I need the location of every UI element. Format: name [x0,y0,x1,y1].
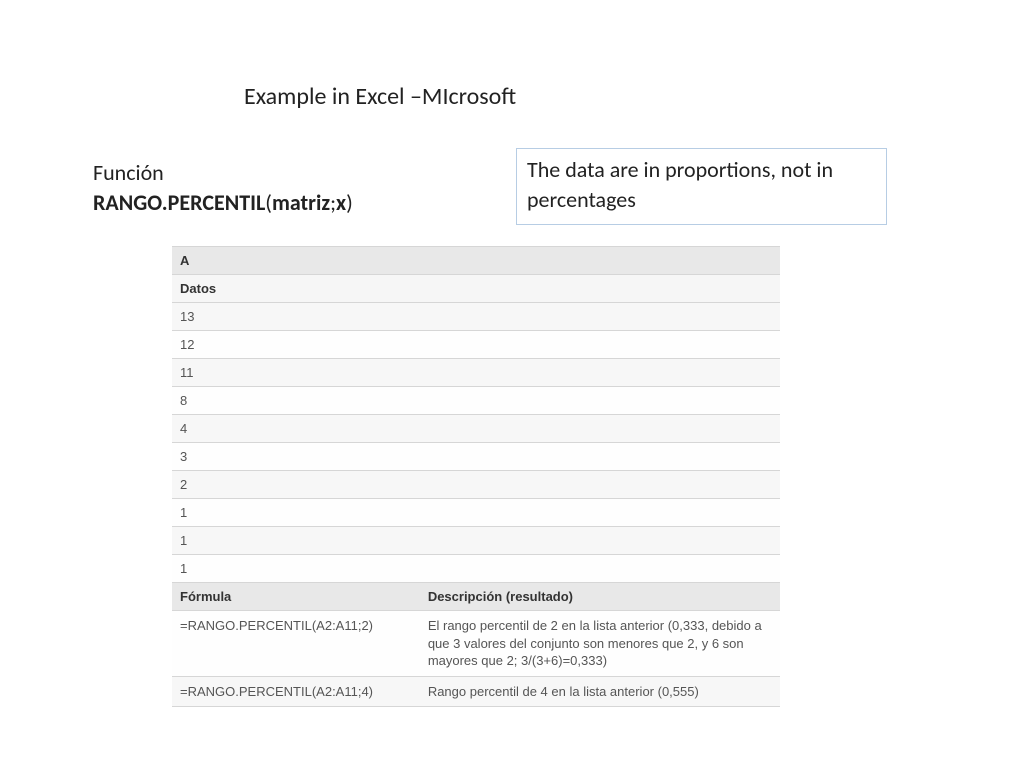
function-arg1: matriz [272,189,330,216]
data-table: A Datos 13 12 11 8 4 3 2 1 1 1 FórmulaDe… [172,246,780,707]
formula-cell: =RANGO.PERCENTIL(A2:A11;4) [172,676,420,707]
function-arg2: x [336,189,346,216]
description-header: Descripción (resultado) [420,583,780,611]
data-cell: 1 [172,499,420,527]
data-cell: 1 [172,555,420,583]
function-signature: Función RANGO.PERCENTIL(matriz;x) [93,158,353,217]
data-cell: 13 [172,303,420,331]
description-cell: Rango percentil de 4 en la lista anterio… [420,676,780,707]
description-cell: El rango percentil de 2 en la lista ante… [420,611,780,677]
data-cell: 1 [172,527,420,555]
data-cell: 3 [172,443,420,471]
formula-cell: =RANGO.PERCENTIL(A2:A11;2) [172,611,420,677]
function-name: RANGO.PERCENTIL [93,189,265,216]
data-cell: 4 [172,415,420,443]
function-word: Función [93,159,164,186]
page-title: Example in Excel –MIcrosoft [244,82,516,111]
data-cell: 8 [172,387,420,415]
formula-header: Fórmula [172,583,420,611]
data-cell: 12 [172,331,420,359]
data-cell: 11 [172,359,420,387]
note-box: The data are in proportions, not in perc… [516,148,887,225]
column-header-b [420,247,780,275]
column-header-a: A [172,247,420,275]
data-cell: 2 [172,471,420,499]
data-section-label: Datos [172,275,420,303]
